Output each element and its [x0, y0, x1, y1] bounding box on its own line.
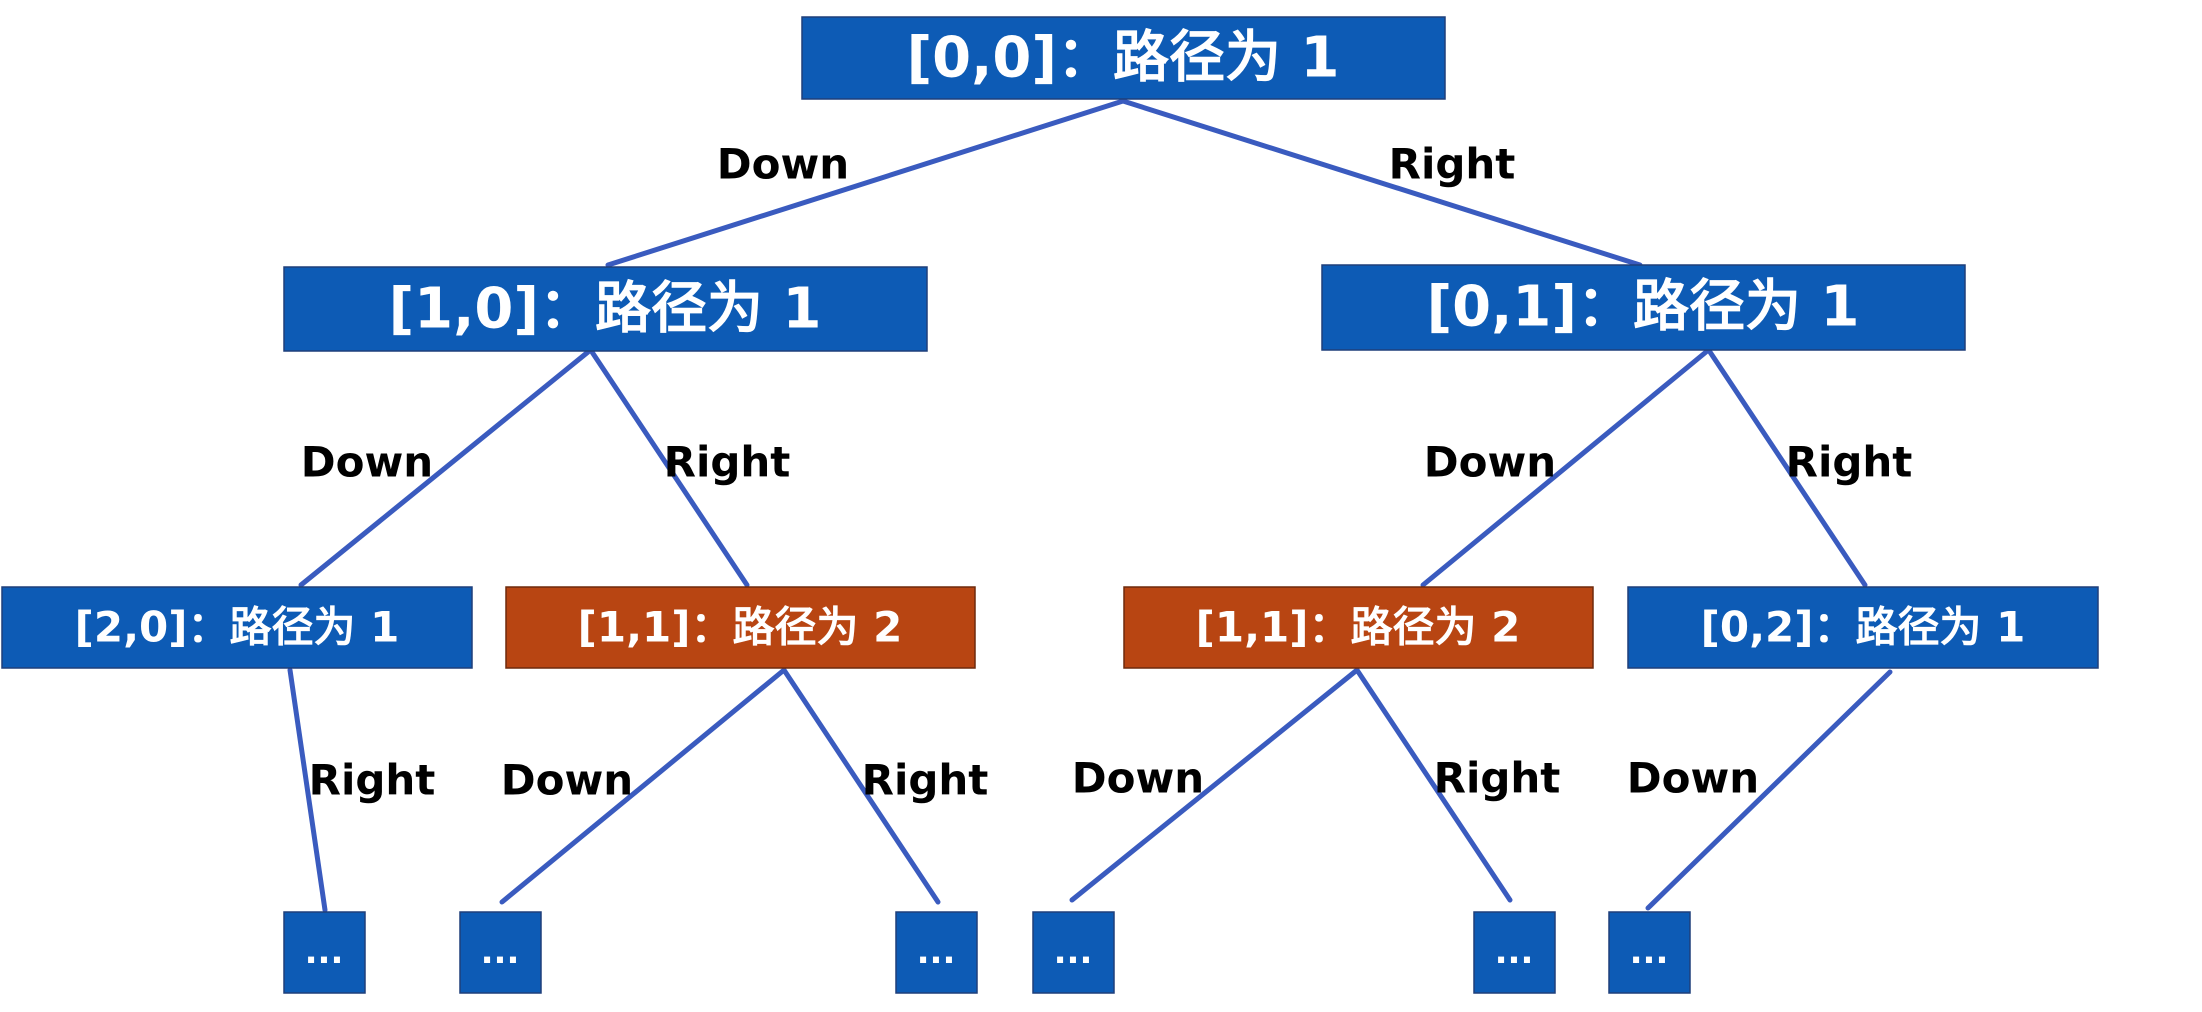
leaf-node-4-label: ...	[1054, 932, 1093, 972]
node-root-label: [0,0]：路径为 1	[907, 26, 1340, 91]
edge-label-n01-n11b: Down	[1424, 438, 1556, 487]
node-1-1-right-label: [1,1]：路径为 2	[1196, 603, 1521, 652]
node-0-1-label: [0,1]：路径为 1	[1427, 275, 1860, 340]
node-0-2-label: [0,2]：路径为 1	[1701, 603, 2026, 652]
edge-label-root-n01: Right	[1389, 140, 1516, 189]
node-1-0: [1,0]：路径为 1	[283, 266, 928, 352]
node-1-1-left-label: [1,1]：路径为 2	[578, 603, 903, 652]
leaf-node-3: ...	[895, 911, 978, 994]
edge-label-n10-n11a: Right	[664, 438, 791, 487]
node-root: [0,0]：路径为 1	[801, 16, 1446, 100]
leaf-node-2: ...	[459, 911, 542, 994]
node-1-1-left: [1,1]：路径为 2	[505, 586, 976, 669]
edge-label-n11b-leaf4: Down	[1072, 754, 1204, 803]
leaf-node-2-label: ...	[481, 932, 520, 972]
edge-label-n11a-leaf3: Right	[862, 756, 989, 805]
edge-label-n01-n02: Right	[1786, 438, 1913, 487]
node-0-2: [0,2]：路径为 1	[1627, 586, 2099, 669]
edge-label-n11b-leaf5: Right	[1434, 754, 1561, 803]
edge-labels: Down Right Down Right Down Right Right D…	[301, 140, 1913, 805]
leaf-node-6-label: ...	[1630, 932, 1669, 972]
edge-label-n10-n20: Down	[301, 438, 433, 487]
node-1-1-right: [1,1]：路径为 2	[1123, 586, 1594, 669]
leaf-node-6: ...	[1608, 911, 1691, 994]
leaf-node-4: ...	[1032, 911, 1115, 994]
node-1-0-label: [1,0]：路径为 1	[389, 277, 822, 342]
leaf-node-3-label: ...	[917, 932, 956, 972]
edge-root-n01	[1120, 98, 1643, 268]
path-tree-diagram: Down Right Down Right Down Right Right D…	[1, 16, 2099, 994]
node-2-0-label: [2,0]：路径为 1	[75, 603, 400, 652]
node-0-1: [0,1]：路径为 1	[1321, 264, 1966, 351]
leaf-node-5-label: ...	[1495, 932, 1534, 972]
edge-label-root-n10: Down	[717, 140, 849, 189]
edge-label-n11a-leaf2: Down	[501, 756, 633, 805]
leaf-node-1-label: ...	[305, 932, 344, 972]
edge-label-n20-leaf1: Right	[309, 756, 436, 805]
leaf-node-5: ...	[1473, 911, 1556, 994]
leaf-node-1: ...	[283, 911, 366, 994]
edge-label-n02-leaf6: Down	[1627, 754, 1759, 803]
node-2-0: [2,0]：路径为 1	[1, 586, 473, 669]
edge-root-n10	[605, 98, 1126, 268]
